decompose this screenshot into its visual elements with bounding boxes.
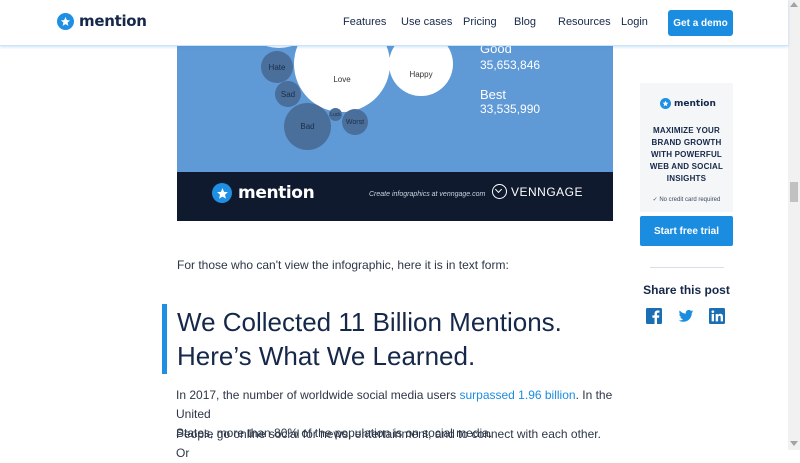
promo-headline: MAXIMIZE YOUR BRAND GROWTH WITH POWERFUL… (649, 126, 724, 183)
venngage-logo: VENNGAGE (492, 184, 583, 199)
infographic-image: Hate Sad Love Happy Bad Luck Worst Good … (177, 46, 613, 221)
share-title: Share this post (643, 283, 730, 297)
bubble-happy: Happy (389, 46, 453, 96)
facebook-icon[interactable] (646, 308, 662, 324)
bubble-hate: Hate (261, 51, 293, 83)
mention-logo[interactable]: mention (57, 12, 147, 30)
bubble-sad: Sad (275, 81, 301, 107)
logo-text: mention (79, 12, 147, 30)
star-icon (660, 98, 671, 109)
scroll-down-arrow-icon[interactable] (790, 441, 798, 446)
nav-features[interactable]: Features (343, 16, 386, 28)
twitter-icon[interactable] (678, 308, 694, 324)
bubble-luck: Luck (329, 108, 342, 121)
article-heading: We Collected 11 Billion Mentions. Here’s… (177, 307, 562, 371)
infographic-credit: Create infographics at venngage.com (369, 191, 486, 198)
star-icon (212, 183, 232, 203)
stat-best-label: Best (480, 87, 507, 102)
infographic-mention-logo: mention (212, 183, 315, 203)
nav-use-cases[interactable]: Use cases (401, 16, 452, 28)
bubble-worst: Worst (342, 109, 368, 135)
nav-login[interactable]: Login (621, 16, 648, 28)
nav-blog[interactable]: Blog (514, 16, 536, 28)
page-scrollbar[interactable] (788, 0, 800, 450)
venngage-icon (492, 184, 507, 199)
star-icon (57, 12, 74, 30)
promo-card: mention MAXIMIZE YOUR BRAND GROWTH WITH … (640, 83, 733, 212)
nav-resources[interactable]: Resources (558, 16, 611, 28)
scroll-thumb[interactable] (790, 182, 798, 202)
stat-good-value: 35,653,846 (480, 58, 541, 72)
infographic-intro-text: For those who can't view the infographic… (177, 258, 509, 272)
site-header: mention Features Use cases Pricing Blog … (0, 0, 788, 46)
stat-good-label: Good (480, 46, 512, 56)
get-demo-button[interactable]: Get a demo (668, 10, 733, 36)
stat-best-value: 33,535,990 (480, 102, 541, 116)
bubble-bad: Bad (284, 103, 331, 150)
start-free-trial-button[interactable]: Start free trial (640, 216, 733, 246)
promo-mention-logo: mention (660, 98, 716, 109)
sidebar-divider (650, 267, 724, 268)
promo-note: ✓ No credit card required (652, 197, 721, 203)
surpassed-link[interactable]: surpassed 1.96 billion (459, 388, 575, 402)
infographic-bubble-chart: Hate Sad Love Happy Bad Luck Worst Good … (177, 46, 613, 172)
linkedin-icon[interactable] (709, 308, 725, 324)
article-paragraph-2: People go online social for news, entert… (176, 427, 601, 460)
nav-pricing[interactable]: Pricing (463, 16, 497, 28)
heading-accent-bar (162, 304, 167, 374)
scroll-up-arrow-icon[interactable] (790, 2, 798, 7)
